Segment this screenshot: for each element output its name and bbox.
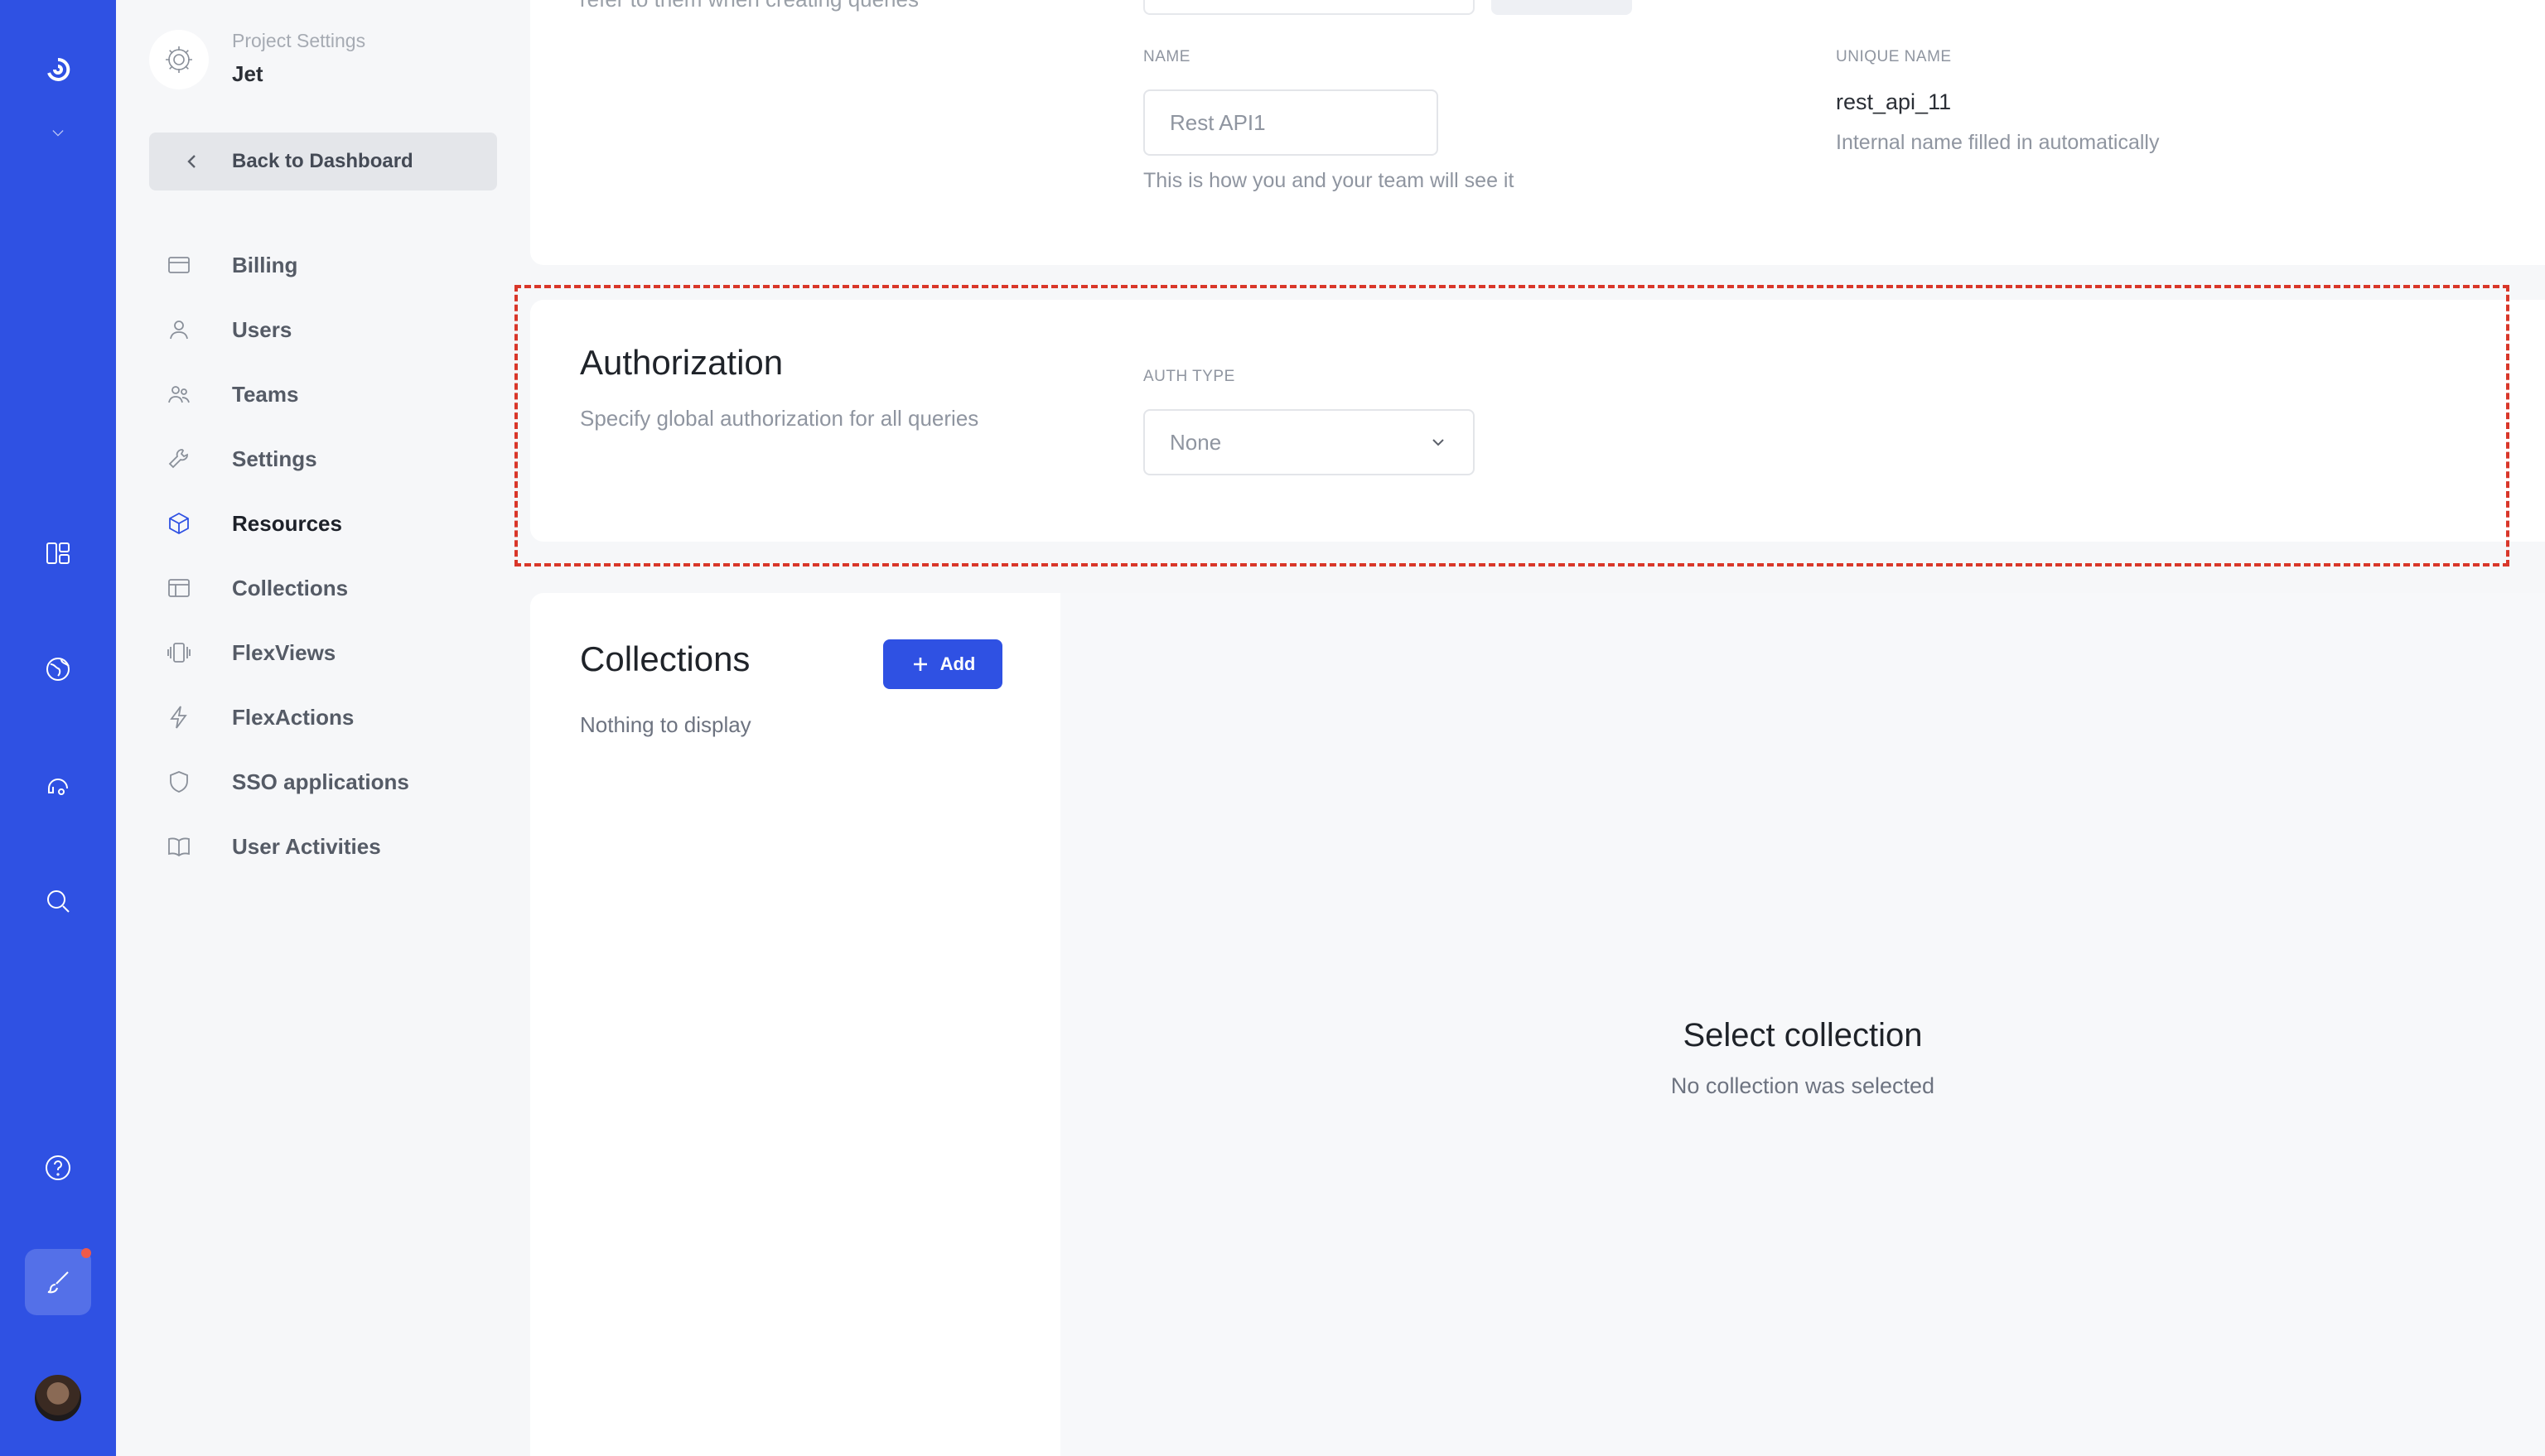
name-label: NAME (1143, 48, 1190, 65)
sidebar-item-users[interactable]: Users (166, 305, 514, 354)
sidebar-item-teams[interactable]: Teams (166, 369, 514, 419)
sidebar-item-label: Teams (232, 381, 299, 407)
identifier-button[interactable] (1491, 0, 1632, 15)
sidebar-item-sso-applications[interactable]: SSO applications (166, 757, 514, 807)
add-button-label: Add (939, 653, 976, 674)
project-label: Project Settings (232, 30, 366, 51)
search-icon[interactable] (36, 880, 80, 923)
highlight-box (514, 285, 2509, 566)
support-icon[interactable] (36, 764, 80, 807)
unique-name-value: rest_api_11 (1836, 89, 1952, 114)
collections-empty-text: Nothing to display (580, 712, 751, 737)
general-card (530, 0, 2545, 265)
project-name: Jet (232, 61, 263, 86)
unique-name-hint: Internal name filled in automatically (1836, 131, 2160, 154)
shield-icon (170, 771, 188, 793)
sidebar-item-collections[interactable]: Collections (166, 563, 514, 613)
wrench-icon (168, 449, 188, 469)
name-hint: This is how you and your team will see i… (1143, 169, 1514, 192)
chevron-left-icon (187, 155, 196, 168)
sidebar-item-label: User Activities (232, 833, 381, 859)
flexviews-icon (167, 643, 191, 663)
logo-icon[interactable] (36, 48, 80, 91)
sidebar-item-label: Users (232, 316, 292, 342)
chevron-down-icon[interactable] (36, 111, 80, 154)
sidebar-item-settings[interactable]: Settings (166, 434, 514, 484)
collections-title: Collections (580, 639, 751, 678)
add-collection-button[interactable]: Add (883, 639, 1002, 689)
billing-icon (168, 257, 190, 273)
user-icon (170, 321, 188, 340)
user-avatar[interactable] (33, 1373, 83, 1423)
sidebar-item-label: FlexViews (232, 639, 336, 665)
brush-icon[interactable] (36, 1261, 80, 1304)
sidebar-item-label: Collections (232, 575, 349, 600)
sidebar-item-label: Billing (232, 252, 298, 277)
lightning-icon (170, 706, 187, 729)
help-icon[interactable] (36, 1146, 80, 1189)
identifier-input[interactable] (1143, 0, 1475, 15)
sidebar-item-label: Settings (232, 446, 317, 471)
sidebar-item-flexactions[interactable]: FlexActions (166, 692, 514, 742)
select-collection-subtitle: No collection was selected (1670, 1073, 1935, 1098)
back-button-label: Back to Dashboard (232, 150, 413, 172)
sidebar-item-label: FlexActions (232, 704, 355, 730)
project-gear-icon (149, 30, 209, 89)
app-rail (0, 0, 116, 1456)
book-icon (168, 837, 190, 857)
teams-icon (168, 386, 190, 403)
globe-icon[interactable] (36, 648, 80, 691)
dashboard-icon[interactable] (36, 532, 80, 575)
sidebar-item-label: SSO applications (232, 769, 409, 794)
sidebar-item-billing[interactable]: Billing (166, 240, 514, 290)
unique-name-label: UNIQUE NAME (1836, 48, 1952, 65)
table-icon (168, 579, 190, 597)
back-to-dashboard-button[interactable]: Back to Dashboard (149, 133, 497, 190)
sidebar-item-label: Resources (232, 510, 342, 536)
sidebar-item-flexviews[interactable]: FlexViews (166, 628, 514, 677)
general-description: refer to them when creating queries (580, 0, 919, 12)
sidebar-item-resources[interactable]: Resources (166, 499, 514, 548)
sidebar-item-user-activities[interactable]: User Activities (166, 822, 514, 871)
name-input[interactable]: Rest API1 (1143, 89, 1438, 156)
cube-icon (169, 512, 189, 535)
notification-dot (81, 1248, 91, 1258)
plus-icon (913, 658, 927, 671)
select-collection-title: Select collection (1683, 1017, 1923, 1053)
